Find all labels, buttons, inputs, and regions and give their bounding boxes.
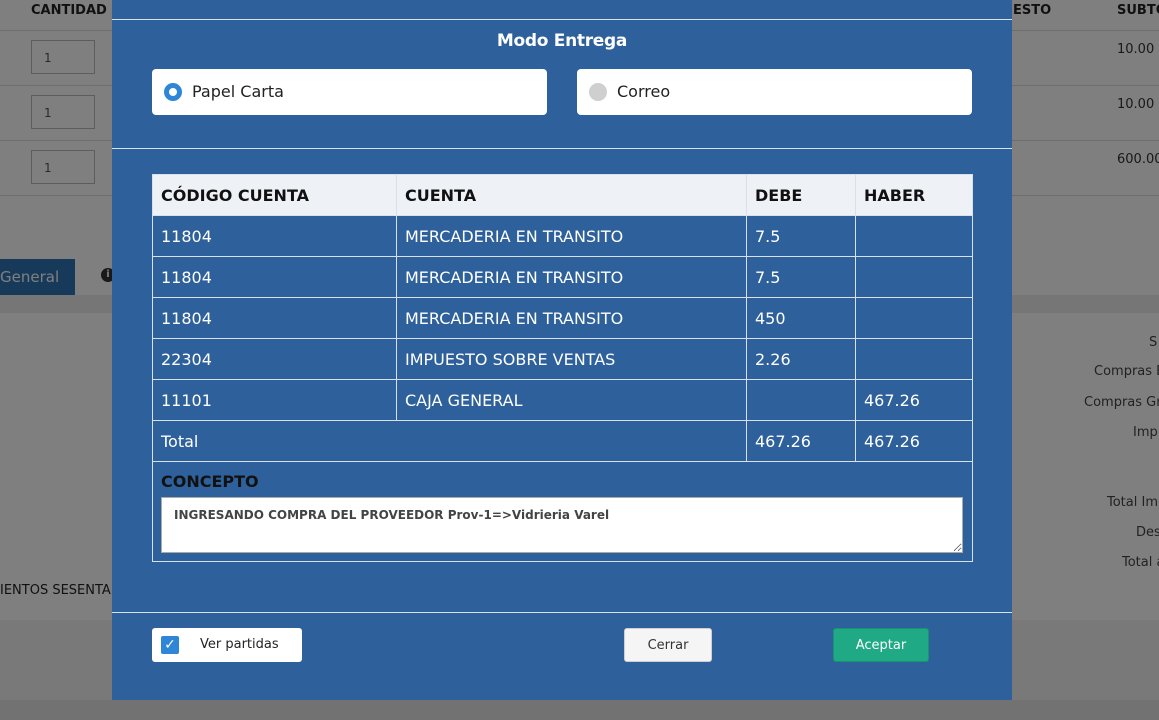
accept-button[interactable]: Aceptar — [833, 628, 929, 662]
total-row: Total 467.26 467.26 — [152, 420, 973, 462]
debit-cell: 7.5 — [746, 256, 856, 298]
table-row: 11804 MERCADERIA EN TRANSITO 450 — [152, 297, 973, 339]
debit-cell: 7.5 — [746, 215, 856, 257]
account-name-cell: CAJA GENERAL — [396, 379, 747, 421]
divider — [112, 148, 1012, 149]
delivery-option-label: Correo — [617, 82, 671, 101]
debit-cell — [746, 379, 856, 421]
credit-cell — [855, 215, 973, 257]
ver-partidas-checkbox[interactable]: ✓ Ver partidas — [152, 628, 302, 662]
account-code-cell: 11804 — [152, 215, 397, 257]
column-header-credit: HABER — [855, 174, 973, 216]
radio-selected-icon[interactable] — [164, 83, 182, 101]
credit-cell: 467.26 — [855, 379, 973, 421]
modal-title: Modo Entrega — [496, 31, 628, 51]
accounting-entries-table: CÓDIGO CUENTA CUENTA DEBE HABER 11804 ME… — [152, 174, 973, 562]
account-code-cell: 22304 — [152, 338, 397, 380]
close-button[interactable]: Cerrar — [624, 628, 712, 662]
total-debit: 467.26 — [746, 420, 856, 462]
delivery-option-label: Papel Carta — [192, 82, 284, 101]
divider — [112, 612, 1012, 613]
account-name-cell: MERCADERIA EN TRANSITO — [396, 297, 747, 339]
divider — [112, 19, 1012, 20]
radio-unselected-icon[interactable] — [589, 83, 607, 101]
delivery-option-correo[interactable]: Correo — [577, 69, 972, 115]
account-name-cell: IMPUESTO SOBRE VENTAS — [396, 338, 747, 380]
account-code-cell: 11804 — [152, 256, 397, 298]
debit-cell: 450 — [746, 297, 856, 339]
concept-textarea[interactable]: INGRESANDO COMPRA DEL PROVEEDOR Prov-1=>… — [161, 497, 963, 553]
table-header-row: CÓDIGO CUENTA CUENTA DEBE HABER — [152, 174, 973, 216]
table-row: 11804 MERCADERIA EN TRANSITO 7.5 — [152, 256, 973, 298]
delivery-option-papel-carta[interactable]: Papel Carta — [152, 69, 547, 115]
total-label: Total — [152, 420, 747, 462]
credit-cell — [855, 256, 973, 298]
credit-cell — [855, 297, 973, 339]
account-name-cell: MERCADERIA EN TRANSITO — [396, 215, 747, 257]
checkmark-icon[interactable]: ✓ — [161, 636, 179, 654]
debit-cell: 2.26 — [746, 338, 856, 380]
total-credit: 467.26 — [855, 420, 973, 462]
concept-cell: CONCEPTO INGRESANDO COMPRA DEL PROVEEDOR… — [152, 461, 973, 562]
table-row: 11804 MERCADERIA EN TRANSITO 7.5 — [152, 215, 973, 257]
account-code-cell: 11101 — [152, 379, 397, 421]
column-header-debit: DEBE — [746, 174, 856, 216]
column-header-account: CUENTA — [396, 174, 747, 216]
concept-label: CONCEPTO — [161, 472, 259, 491]
account-name-cell: MERCADERIA EN TRANSITO — [396, 256, 747, 298]
credit-cell — [855, 338, 973, 380]
checkbox-label: Ver partidas — [200, 637, 279, 652]
concept-row: CONCEPTO INGRESANDO COMPRA DEL PROVEEDOR… — [152, 461, 973, 562]
table-row: 11101 CAJA GENERAL 467.26 — [152, 379, 973, 421]
column-header-account-code: CÓDIGO CUENTA — [152, 174, 397, 216]
account-code-cell: 11804 — [152, 297, 397, 339]
delivery-mode-modal: Modo Entrega Papel Carta Correo CÓDIGO C… — [112, 0, 1012, 700]
table-row: 22304 IMPUESTO SOBRE VENTAS 2.26 — [152, 338, 973, 380]
